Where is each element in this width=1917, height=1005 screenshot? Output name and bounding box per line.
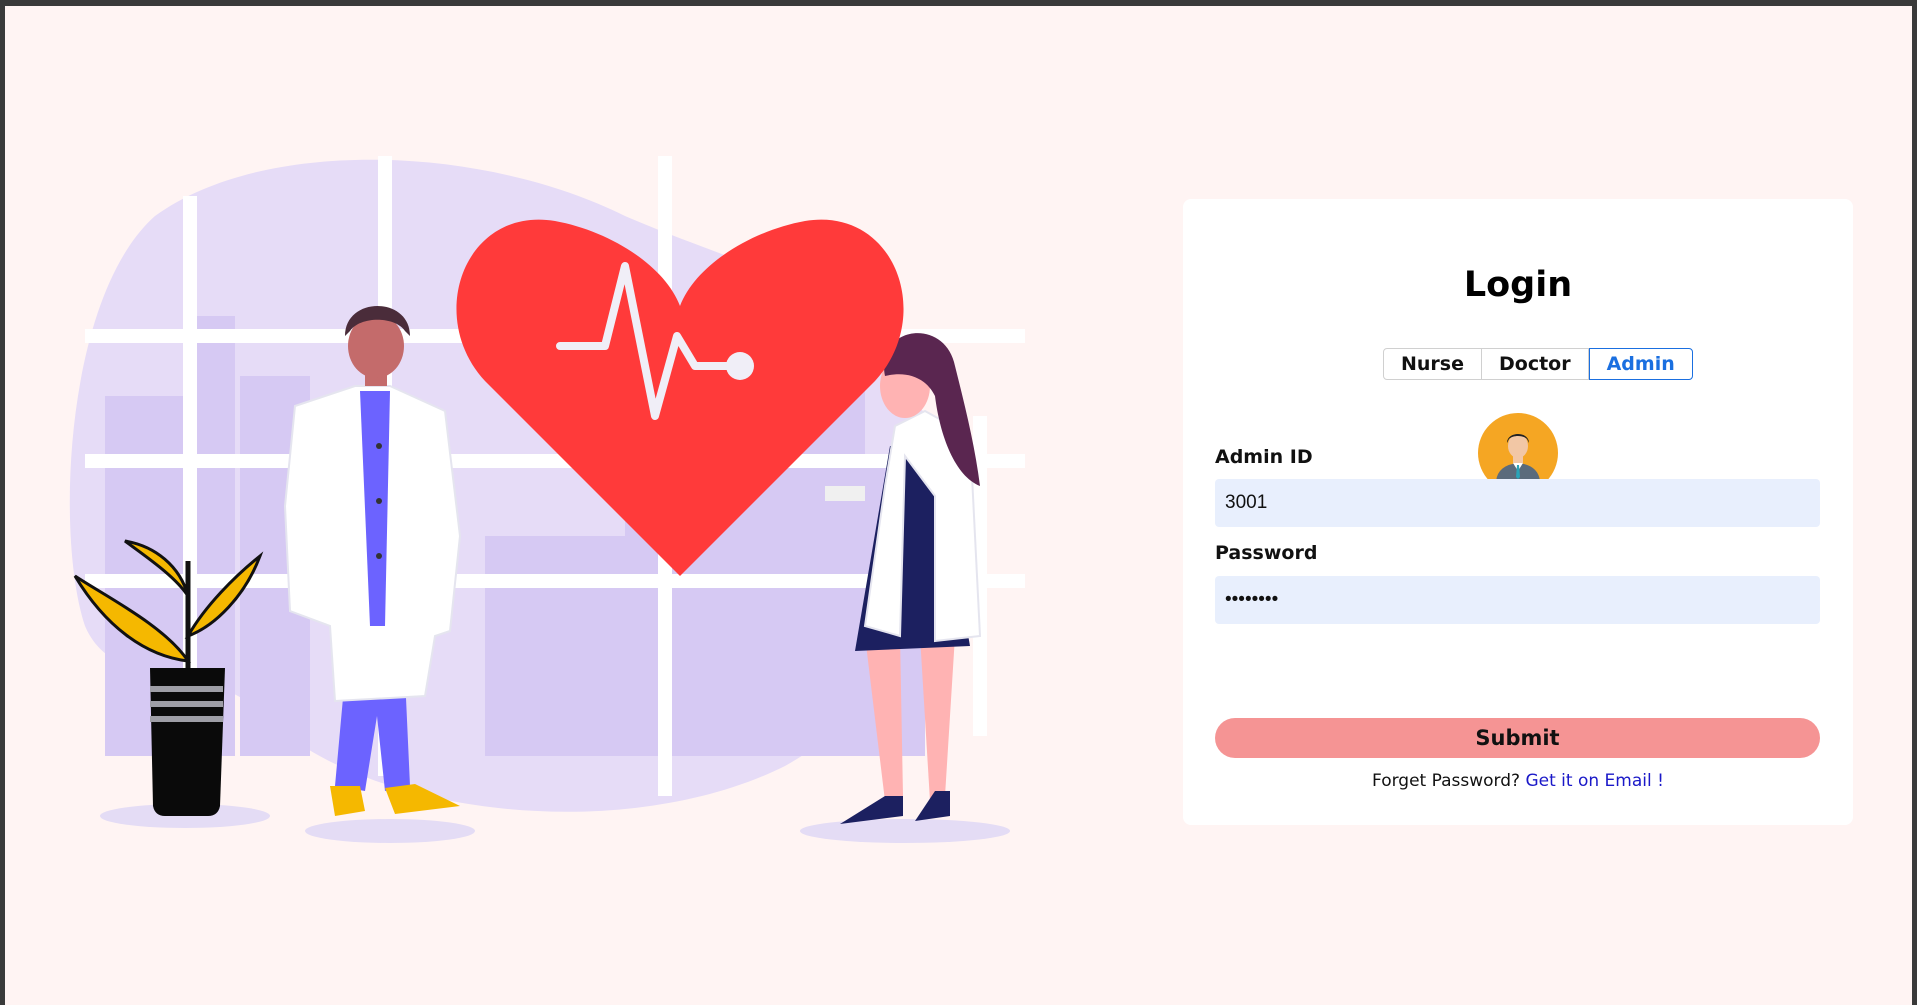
login-page: Login Nurse Doctor Admin Admin ID Passwo… <box>5 6 1912 1005</box>
login-title: Login <box>1463 265 1573 305</box>
tab-admin[interactable]: Admin <box>1588 348 1693 380</box>
tab-doctor[interactable]: Doctor <box>1482 348 1589 380</box>
tab-nurse[interactable]: Nurse <box>1383 348 1482 380</box>
forgot-password-text: Forget Password? <box>1372 771 1521 791</box>
login-card: Login Nurse Doctor Admin Admin ID Passwo… <box>1183 199 1853 825</box>
password-label: Password <box>1215 542 1318 564</box>
forgot-password: Forget Password? Get it on Email ! <box>1183 771 1853 791</box>
medical-illustration <box>69 156 1025 843</box>
role-selector: Nurse Doctor Admin <box>1383 348 1693 380</box>
admin-id-input[interactable] <box>1215 479 1820 527</box>
forgot-password-link[interactable]: Get it on Email ! <box>1525 771 1663 791</box>
admin-id-label: Admin ID <box>1215 446 1313 468</box>
submit-button[interactable]: Submit <box>1215 718 1820 758</box>
password-input[interactable] <box>1215 576 1820 624</box>
